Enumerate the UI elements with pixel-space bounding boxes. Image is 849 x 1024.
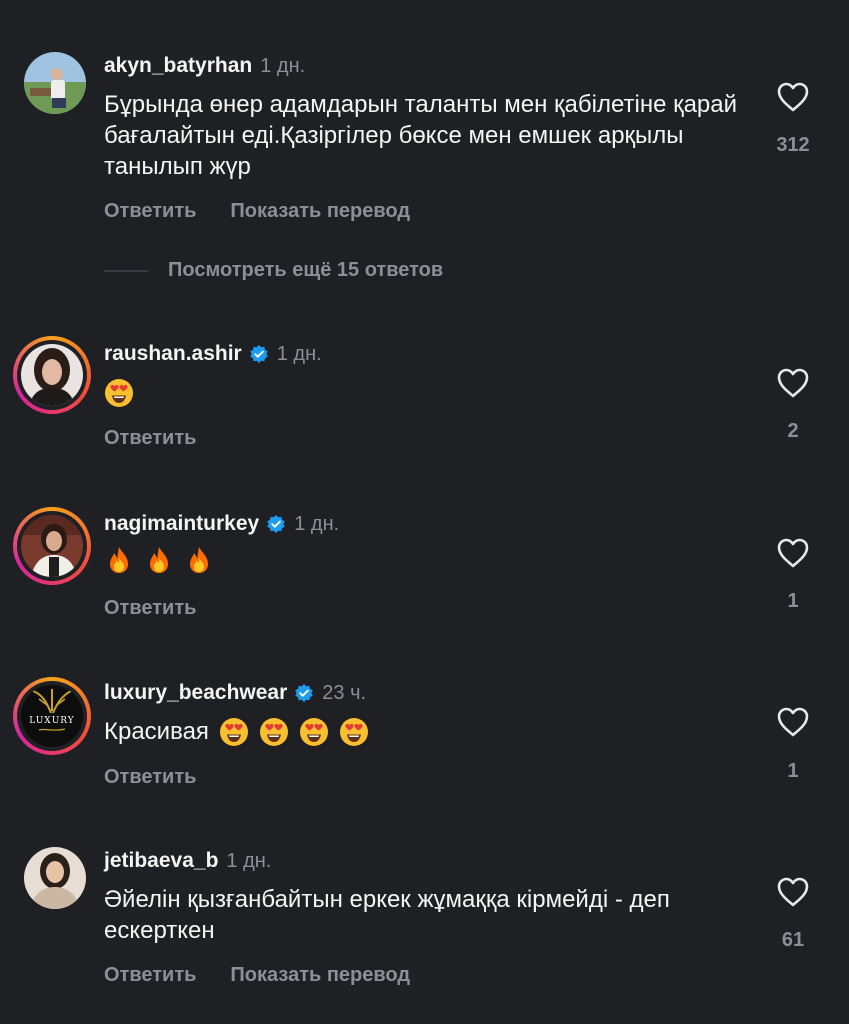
comment-actions: Ответить (104, 427, 196, 450)
avatar[interactable]: LUXURY (21, 685, 83, 747)
like-count: 312 (776, 134, 810, 156)
comment-time: 23 ч. (322, 681, 367, 704)
fire-emoji (190, 547, 208, 573)
comment-actions: Ответить (104, 766, 196, 789)
comment-time: 1 дн. (226, 849, 272, 872)
avatar[interactable] (24, 847, 86, 909)
like-count: 61 (781, 929, 805, 951)
username[interactable]: akyn_batyrhan (104, 54, 252, 78)
comment-actions: Ответить Показать перевод (104, 200, 410, 223)
heart-eyes-emoji (299, 718, 328, 746)
reply-button[interactable]: Ответить (104, 200, 196, 223)
avatar[interactable] (21, 515, 83, 577)
heart-outline-icon[interactable] (776, 367, 810, 399)
story-ring[interactable] (13, 507, 91, 585)
heart-outline-icon[interactable] (776, 81, 810, 113)
like-count: 2 (787, 420, 799, 442)
verified-badge-icon (249, 345, 268, 363)
view-more-replies-label: Посмотреть ещё 15 ответов (168, 259, 444, 281)
reply-button[interactable]: Ответить (104, 766, 196, 789)
comment-text: Бұрында өнер адамдарын таланты мен қабіл… (104, 91, 738, 180)
comment-text-word: Красивая (104, 718, 209, 745)
verified-badge-icon (295, 684, 314, 702)
heart-outline-icon[interactable] (776, 706, 810, 738)
svg-text:LUXURY: LUXURY (29, 716, 75, 726)
show-translation-button[interactable]: Показать перевод (230, 964, 410, 987)
replies-divider (104, 269, 148, 272)
heart-eyes-emoji (105, 379, 133, 407)
heart-eyes-emoji (259, 718, 288, 746)
avatar[interactable] (24, 52, 86, 114)
username[interactable]: raushan.ashir (104, 342, 242, 366)
heart-eyes-emoji (339, 718, 368, 746)
username[interactable]: jetibaeva_b (104, 849, 218, 873)
reply-button[interactable]: Ответить (104, 427, 196, 450)
reply-button[interactable]: Ответить (104, 964, 196, 987)
fire-emoji (110, 547, 128, 573)
verified-badge-icon (267, 515, 286, 533)
comment-text: Красивая (104, 716, 379, 748)
heart-eyes-emoji (219, 718, 248, 746)
story-ring[interactable] (13, 336, 91, 414)
heart-outline-icon[interactable] (776, 537, 810, 569)
fire-emoji (150, 547, 168, 573)
story-ring[interactable]: LUXURY (13, 677, 91, 755)
show-translation-button[interactable]: Показать перевод (230, 200, 410, 223)
comment-text: Әйелін қызғанбайтын еркек жұмаққа кірмей… (104, 886, 670, 944)
like-count: 1 (787, 590, 799, 612)
heart-outline-icon[interactable] (776, 876, 810, 908)
comment-time: 1 дн. (276, 342, 322, 365)
username[interactable]: luxury_beachwear (104, 681, 287, 705)
comment-actions: Ответить (104, 597, 196, 620)
comment-time: 1 дн. (294, 512, 340, 535)
comment-time: 1 дн. (260, 54, 306, 77)
comment-actions: Ответить Показать перевод (104, 964, 410, 987)
avatar[interactable] (21, 344, 83, 406)
comment-text (104, 545, 224, 575)
comment-text (104, 378, 144, 408)
reply-button[interactable]: Ответить (104, 597, 196, 620)
like-count: 1 (787, 760, 799, 782)
view-more-replies-button[interactable]: Посмотреть ещё 15 ответов (104, 259, 443, 282)
username[interactable]: nagimainturkey (104, 512, 259, 536)
